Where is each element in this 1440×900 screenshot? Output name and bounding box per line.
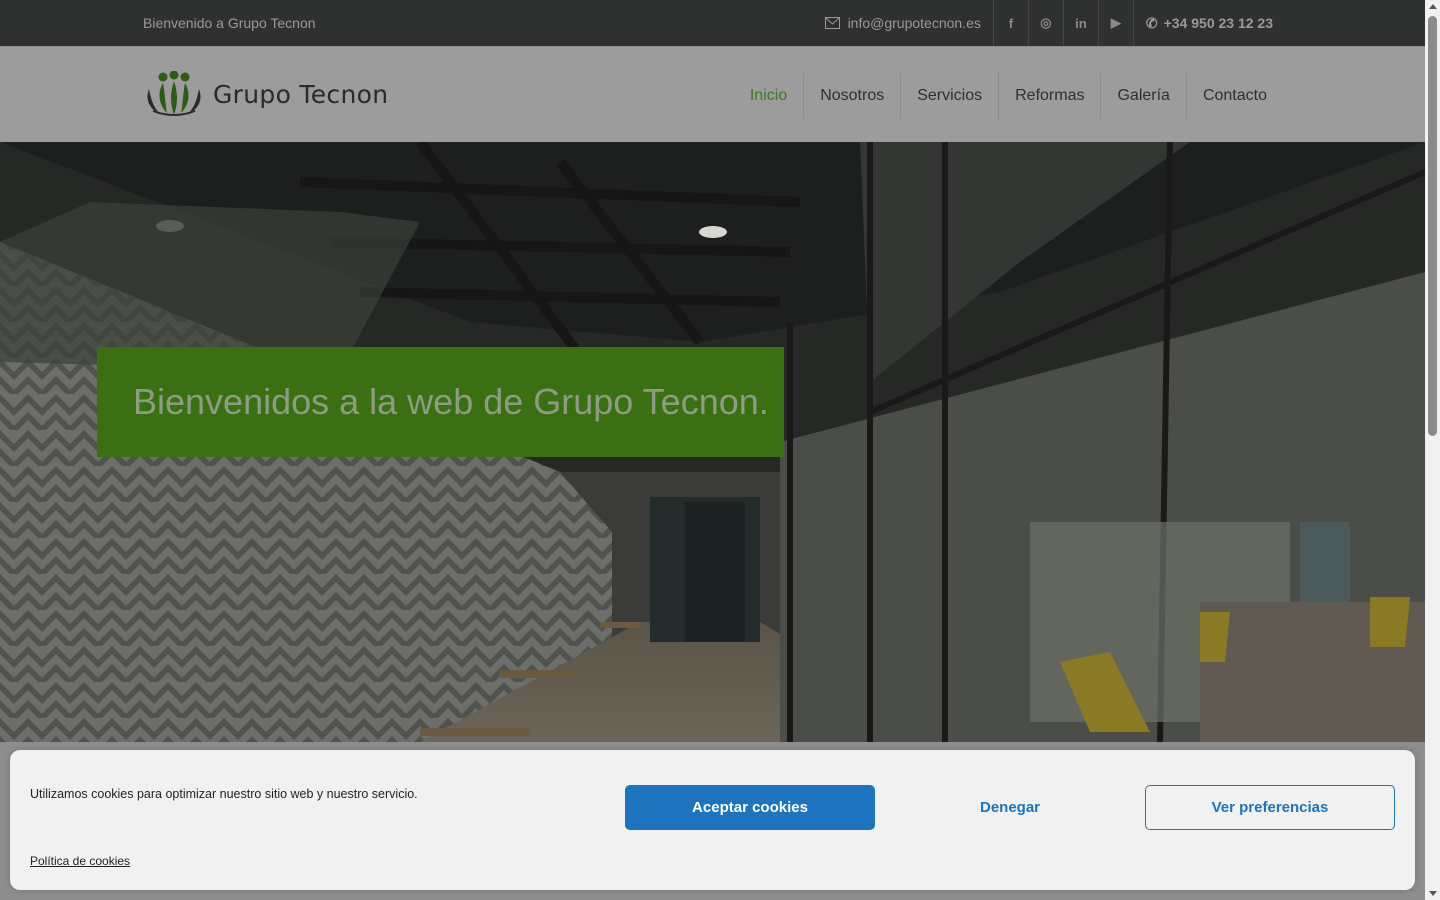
linkedin-icon: in <box>1075 15 1087 31</box>
logo-mark-icon <box>147 71 201 116</box>
top-bar-contacts: info@grupotecnon.es f ◎ in ▶ ✆ +34 950 2… <box>824 0 1273 46</box>
nav-item-contacto[interactable]: Contacto <box>1185 73 1283 119</box>
phone-icon: ✆ <box>1145 14 1158 31</box>
facebook-link[interactable]: f <box>992 0 1028 46</box>
top-bar: Bienvenido a Grupo Tecnon info@grupotecn… <box>0 0 1425 46</box>
email-link[interactable]: info@grupotecnon.es <box>824 0 993 46</box>
cookie-preferences-button[interactable]: Ver preferencias <box>1145 785 1395 830</box>
nav-item-servicios[interactable]: Servicios <box>900 73 998 119</box>
logo[interactable]: Grupo Tecnon <box>143 71 388 117</box>
linkedin-link[interactable]: in <box>1062 0 1098 46</box>
envelope-icon <box>824 17 840 29</box>
cookie-banner: Utilizamos cookies para optimizar nuestr… <box>10 750 1415 890</box>
deny-cookies-button[interactable]: Denegar <box>885 785 1135 830</box>
phone-link[interactable]: ✆ +34 950 23 12 23 <box>1132 0 1273 46</box>
page-scrollbar[interactable] <box>1425 0 1440 900</box>
main-nav: Inicio Nosotros Servicios Reformas Galer… <box>734 73 1283 119</box>
nav-item-nosotros[interactable]: Nosotros <box>803 73 900 119</box>
instagram-link[interactable]: ◎ <box>1027 0 1063 46</box>
scrollbar-thumb[interactable] <box>1428 16 1437 436</box>
youtube-link[interactable]: ▶ <box>1097 0 1133 46</box>
scroll-up-icon[interactable] <box>1429 4 1437 9</box>
nav-item-inicio[interactable]: Inicio <box>734 73 803 119</box>
scroll-down-icon[interactable] <box>1429 891 1437 896</box>
cookie-policy-link[interactable]: Política de cookies <box>30 854 130 868</box>
instagram-icon: ◎ <box>1040 15 1052 30</box>
hero-title-box: Bienvenidos a la web de Grupo Tecnon. <box>97 347 784 457</box>
hero-title: Bienvenidos a la web de Grupo Tecnon. <box>133 381 769 422</box>
accept-cookies-button[interactable]: Aceptar cookies <box>625 785 875 830</box>
logo-text: Grupo Tecnon <box>213 79 389 109</box>
email-text: info@grupotecnon.es <box>847 15 981 31</box>
facebook-icon: f <box>1008 15 1014 31</box>
hero-section: Bienvenidos a la web de Grupo Tecnon. <box>0 142 1425 742</box>
nav-item-galeria[interactable]: Galería <box>1100 73 1185 119</box>
youtube-icon: ▶ <box>1110 15 1121 30</box>
nav-item-reformas[interactable]: Reformas <box>998 73 1100 119</box>
cookie-message: Utilizamos cookies para optimizar nuestr… <box>30 787 418 801</box>
phone-text: +34 950 23 12 23 <box>1163 15 1273 31</box>
page: Bienvenido a Grupo Tecnon info@grupotecn… <box>0 0 1425 900</box>
site-header: Grupo Tecnon Inicio Nosotros Servicios R… <box>0 46 1425 142</box>
welcome-text: Bienvenido a Grupo Tecnon <box>143 15 316 31</box>
